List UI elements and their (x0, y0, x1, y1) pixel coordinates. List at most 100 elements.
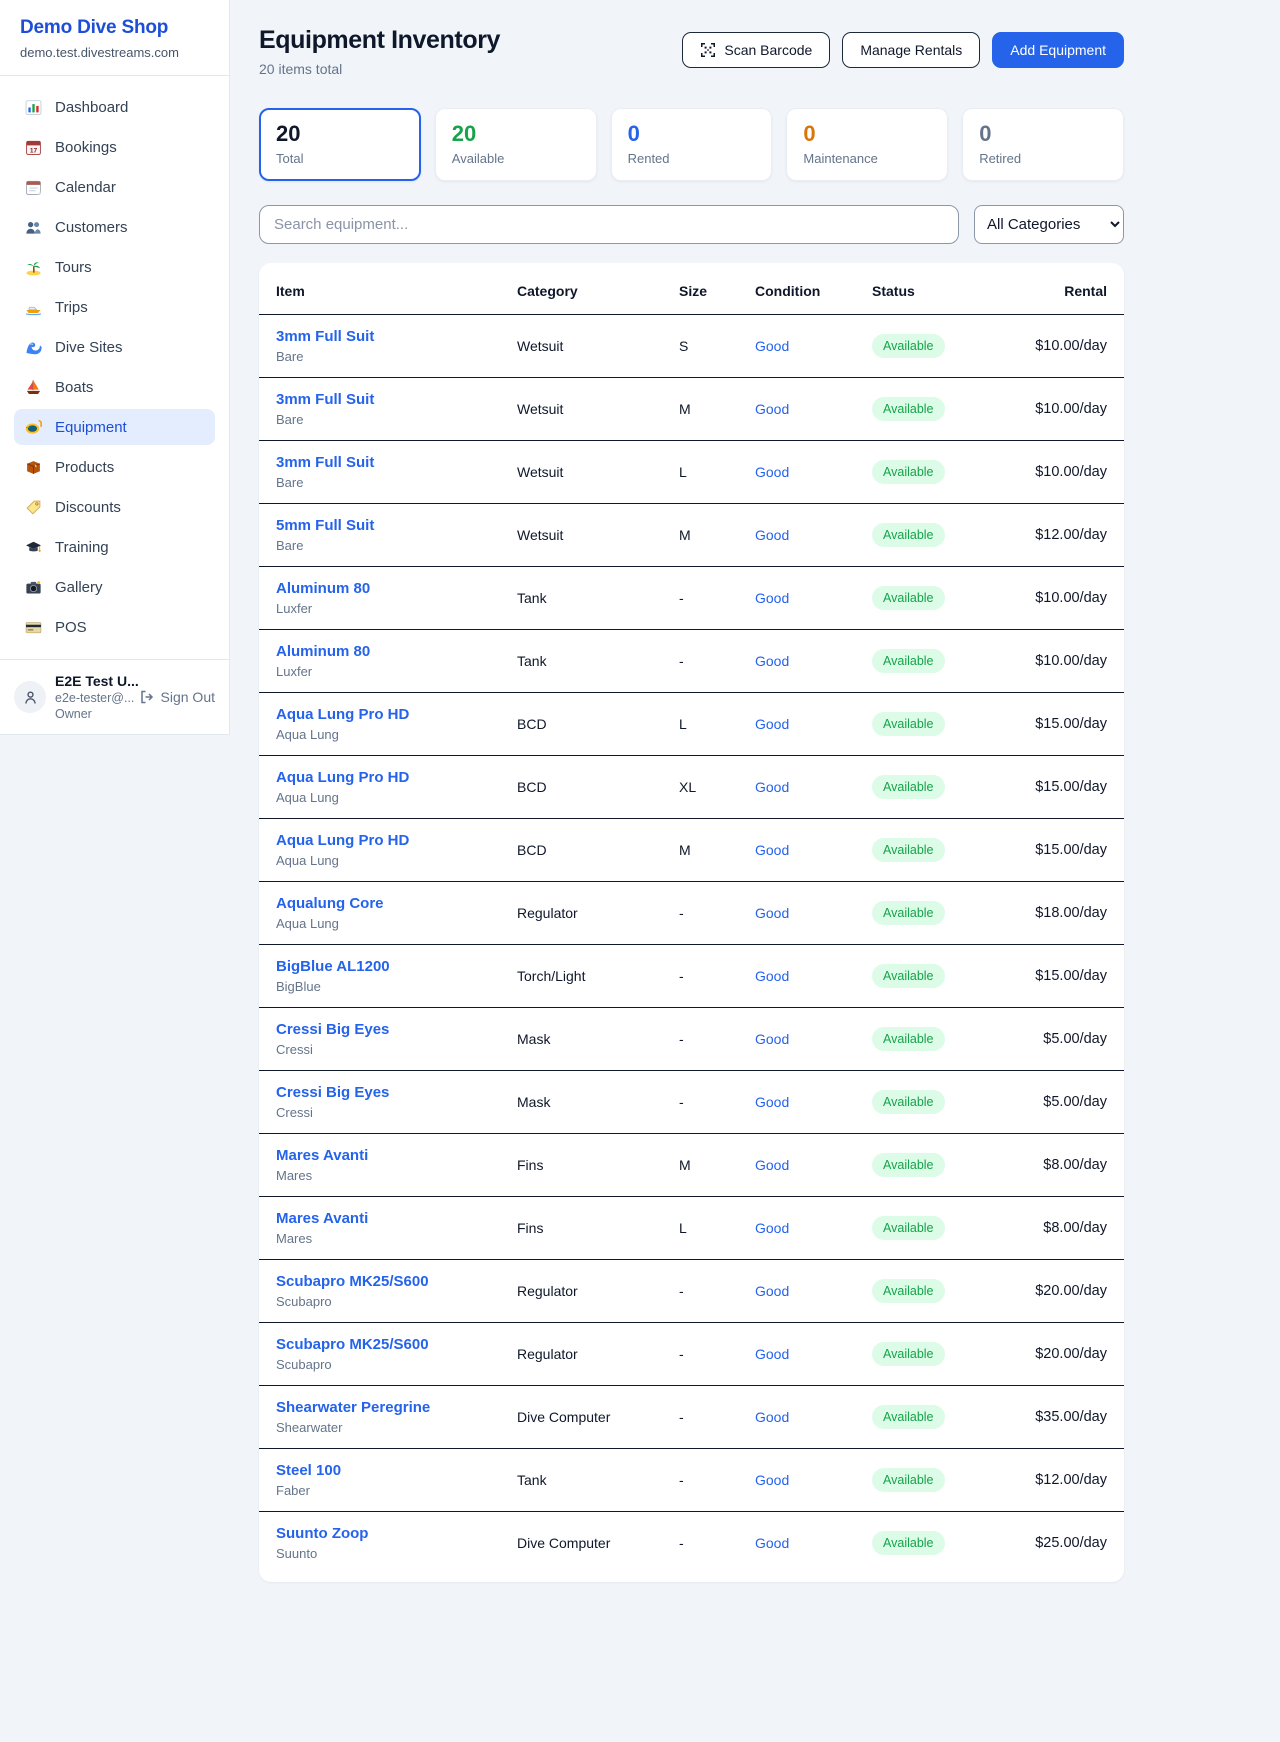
item-name-link[interactable]: Aqua Lung Pro HD (276, 769, 501, 786)
stat-label: Rented (628, 151, 756, 166)
condition-link[interactable]: Good (755, 1409, 789, 1425)
item-name-link[interactable]: Aqualung Core (276, 895, 501, 912)
status-badge: Available (872, 586, 945, 610)
stat-card-rented[interactable]: 0 Rented (611, 108, 773, 181)
item-name-link[interactable]: Scubapro MK25/S600 (276, 1336, 501, 1353)
item-name-link[interactable]: Mares Avanti (276, 1210, 501, 1227)
condition-link[interactable]: Good (755, 527, 789, 543)
rental-cell: $10.00/day (1004, 441, 1124, 504)
item-name-link[interactable]: Mares Avanti (276, 1147, 501, 1164)
condition-link[interactable]: Good (755, 338, 789, 354)
item-brand: Aqua Lung (276, 853, 501, 868)
item-name-link[interactable]: Steel 100 (276, 1462, 501, 1479)
item-cell: 3mm Full Suit Bare (259, 441, 509, 504)
search-input[interactable] (259, 205, 959, 244)
condition-link[interactable]: Good (755, 716, 789, 732)
item-cell: BigBlue AL1200 BigBlue (259, 945, 509, 1008)
item-name-link[interactable]: Scubapro MK25/S600 (276, 1273, 501, 1290)
brand-name[interactable]: Demo Dive Shop (20, 17, 209, 39)
sidebar-item-dashboard[interactable]: Dashboard (14, 89, 215, 125)
sidebar-item-boats[interactable]: Boats (14, 369, 215, 405)
condition-cell: Good (747, 1197, 864, 1260)
sidebar-item-equipment[interactable]: Equipment (14, 409, 215, 445)
table-row: Mares Avanti Mares Fins M Good Available… (259, 1134, 1124, 1197)
condition-link[interactable]: Good (755, 590, 789, 606)
condition-link[interactable]: Good (755, 968, 789, 984)
category-select[interactable]: All Categories (974, 205, 1124, 244)
sidebar-item-trips[interactable]: Trips (14, 289, 215, 325)
item-brand: Mares (276, 1168, 501, 1183)
condition-link[interactable]: Good (755, 653, 789, 669)
table-row: Cressi Big Eyes Cressi Mask - Good Avail… (259, 1071, 1124, 1134)
status-cell: Available (864, 378, 1004, 441)
manage-rentals-button[interactable]: Manage Rentals (842, 32, 980, 68)
sidebar-item-bookings[interactable]: 17 Bookings (14, 129, 215, 165)
condition-link[interactable]: Good (755, 1031, 789, 1047)
status-badge: Available (872, 1342, 945, 1366)
item-name-link[interactable]: Suunto Zoop (276, 1525, 501, 1542)
condition-link[interactable]: Good (755, 1535, 789, 1551)
sidebar-item-dive-sites[interactable]: Dive Sites (14, 329, 215, 365)
condition-link[interactable]: Good (755, 779, 789, 795)
item-brand: Luxfer (276, 601, 501, 616)
sidebar-item-pos[interactable]: POS (14, 609, 215, 645)
condition-link[interactable]: Good (755, 1094, 789, 1110)
category-cell: BCD (509, 693, 671, 756)
condition-link[interactable]: Good (755, 464, 789, 480)
condition-link[interactable]: Good (755, 842, 789, 858)
item-name-link[interactable]: Shearwater Peregrine (276, 1399, 501, 1416)
stat-card-total[interactable]: 20 Total (259, 108, 421, 181)
condition-link[interactable]: Good (755, 1346, 789, 1362)
condition-link[interactable]: Good (755, 1220, 789, 1236)
size-cell: S (671, 315, 747, 378)
stat-card-retired[interactable]: 0 Retired (962, 108, 1124, 181)
status-cell: Available (864, 756, 1004, 819)
sidebar-item-discounts[interactable]: Discounts (14, 489, 215, 525)
add-equipment-button[interactable]: Add Equipment (992, 32, 1124, 68)
sidebar-item-label: Trips (55, 299, 88, 316)
table-row: 3mm Full Suit Bare Wetsuit L Good Availa… (259, 441, 1124, 504)
status-cell: Available (864, 1386, 1004, 1449)
item-name-link[interactable]: 3mm Full Suit (276, 391, 501, 408)
item-name-link[interactable]: Aluminum 80 (276, 643, 501, 660)
item-brand: Aqua Lung (276, 790, 501, 805)
item-name-link[interactable]: BigBlue AL1200 (276, 958, 501, 975)
item-cell: Cressi Big Eyes Cressi (259, 1071, 509, 1134)
sidebar-item-gallery[interactable]: Gallery (14, 569, 215, 605)
stat-card-maintenance[interactable]: 0 Maintenance (786, 108, 948, 181)
rental-cell: $12.00/day (1004, 504, 1124, 567)
condition-link[interactable]: Good (755, 401, 789, 417)
condition-link[interactable]: Good (755, 1472, 789, 1488)
stat-card-available[interactable]: 20 Available (435, 108, 597, 181)
item-name-link[interactable]: Cressi Big Eyes (276, 1084, 501, 1101)
sidebar-item-customers[interactable]: Customers (14, 209, 215, 245)
sidebar-item-calendar[interactable]: Calendar (14, 169, 215, 205)
motorboat-icon (24, 299, 42, 316)
status-badge: Available (872, 901, 945, 925)
scan-barcode-button[interactable]: Scan Barcode (682, 32, 830, 68)
item-name-link[interactable]: Aqua Lung Pro HD (276, 832, 501, 849)
item-name-link[interactable]: 3mm Full Suit (276, 328, 501, 345)
category-cell: Wetsuit (509, 378, 671, 441)
item-name-link[interactable]: 3mm Full Suit (276, 454, 501, 471)
condition-cell: Good (747, 1071, 864, 1134)
item-cell: Mares Avanti Mares (259, 1134, 509, 1197)
size-cell: L (671, 441, 747, 504)
sign-out-button[interactable]: Sign Out (139, 689, 215, 705)
sidebar-item-products[interactable]: Products (14, 449, 215, 485)
sidebar-item-training[interactable]: Training (14, 529, 215, 565)
item-brand: Scubapro (276, 1357, 501, 1372)
item-name-link[interactable]: Cressi Big Eyes (276, 1021, 501, 1038)
item-name-link[interactable]: 5mm Full Suit (276, 517, 501, 534)
sidebar-item-tours[interactable]: Tours (14, 249, 215, 285)
item-name-link[interactable]: Aluminum 80 (276, 580, 501, 597)
condition-link[interactable]: Good (755, 905, 789, 921)
condition-cell: Good (747, 378, 864, 441)
item-cell: Cressi Big Eyes Cressi (259, 1008, 509, 1071)
column-header-size: Size (671, 265, 747, 315)
condition-link[interactable]: Good (755, 1157, 789, 1173)
condition-link[interactable]: Good (755, 1283, 789, 1299)
item-name-link[interactable]: Aqua Lung Pro HD (276, 706, 501, 723)
sailboat-icon (24, 379, 42, 396)
table-row: Aqua Lung Pro HD Aqua Lung BCD M Good Av… (259, 819, 1124, 882)
